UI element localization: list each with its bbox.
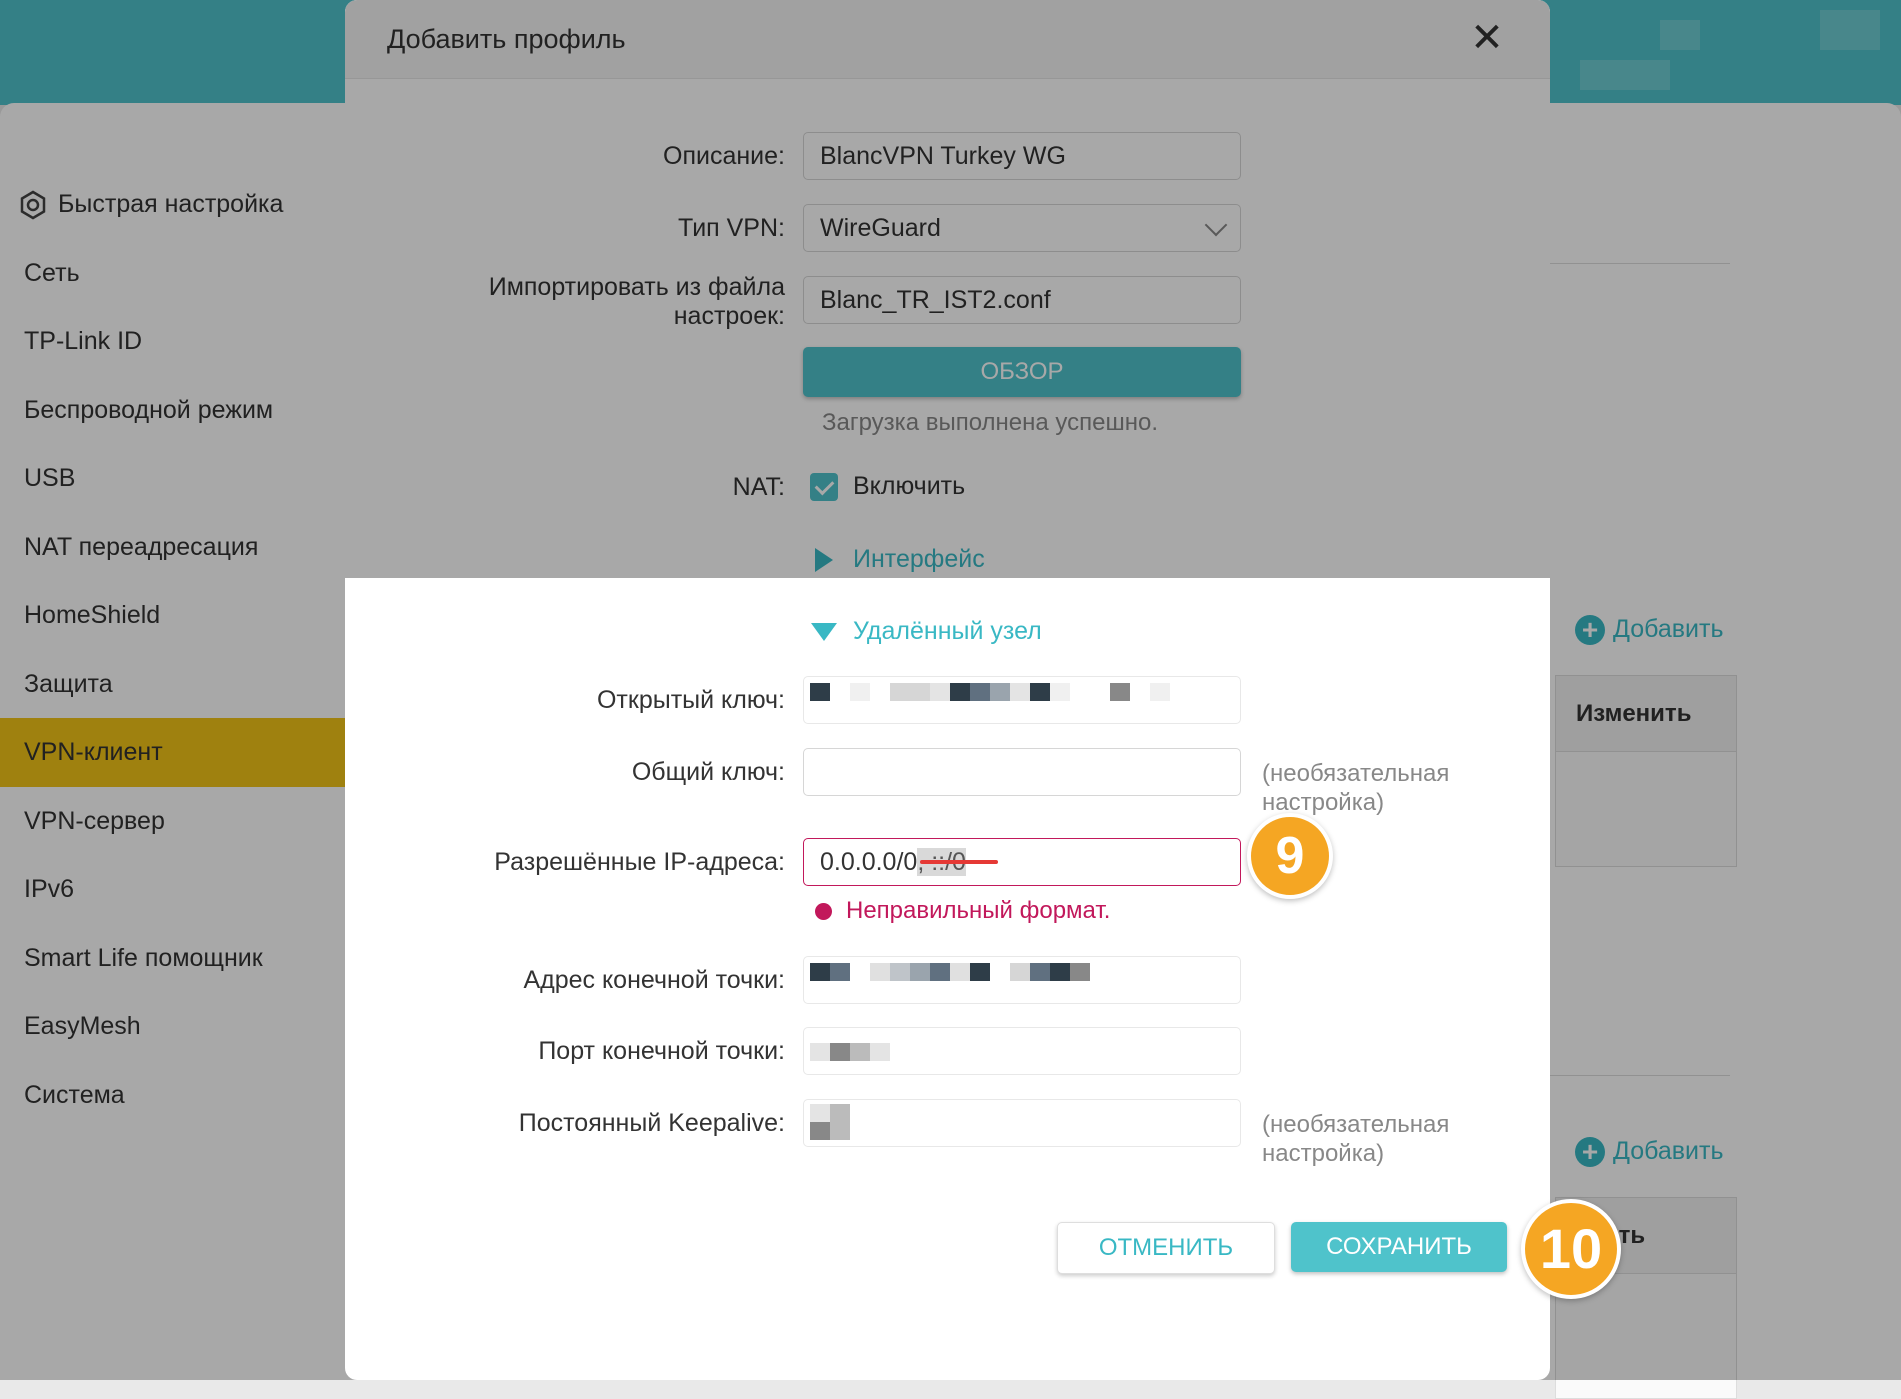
optional-note-line2: настройка) xyxy=(1262,1140,1385,1167)
allowed-ips-label: Разрешённые IP-адреса: xyxy=(494,848,785,876)
endpoint-address-label: Адрес конечной точки: xyxy=(523,966,785,994)
preshared-key-field[interactable] xyxy=(803,748,1241,796)
redacted-endpoint-address xyxy=(810,963,1090,981)
preshared-key-optional-note: (необязательная настройка) xyxy=(1262,759,1449,817)
allowed-ips-value: 0.0.0.0/0 xyxy=(820,848,918,876)
save-button[interactable]: СОХРАНИТЬ xyxy=(1291,1222,1507,1272)
dialog-upper-shade xyxy=(345,0,1550,578)
optional-note-line1: (необязательная xyxy=(1262,1111,1450,1138)
keepalive-label: Постоянный Keepalive: xyxy=(518,1109,785,1137)
remote-peer-section-toggle[interactable]: Удалённый узел xyxy=(853,617,1042,646)
keepalive-optional-note: (необязательная настройка) xyxy=(1262,1110,1449,1168)
redacted-public-key xyxy=(810,683,1170,701)
error-icon xyxy=(815,903,832,920)
redacted-endpoint-port xyxy=(810,1043,890,1061)
endpoint-port-label: Порт конечной точки: xyxy=(538,1037,785,1065)
step-10-badge: 10 xyxy=(1521,1199,1621,1299)
public-key-label: Открытый ключ: xyxy=(596,686,785,714)
cancel-button[interactable]: ОТМЕНИТЬ xyxy=(1057,1222,1275,1274)
step-9-badge: 9 xyxy=(1247,813,1333,899)
preshared-key-label: Общий ключ: xyxy=(631,758,785,786)
optional-note-line1: (необязательная xyxy=(1262,760,1450,787)
caret-down-icon xyxy=(811,623,837,641)
allowed-ips-field[interactable]: 0.0.0.0/0, ::/0 xyxy=(803,838,1241,886)
keepalive-field[interactable] xyxy=(803,1099,1241,1147)
allowed-ips-error: Неправильный формат. xyxy=(846,897,1111,924)
optional-note-line2: настройка) xyxy=(1262,789,1385,816)
red-strikethrough-mark xyxy=(920,860,998,864)
redacted-keepalive xyxy=(810,1104,852,1141)
